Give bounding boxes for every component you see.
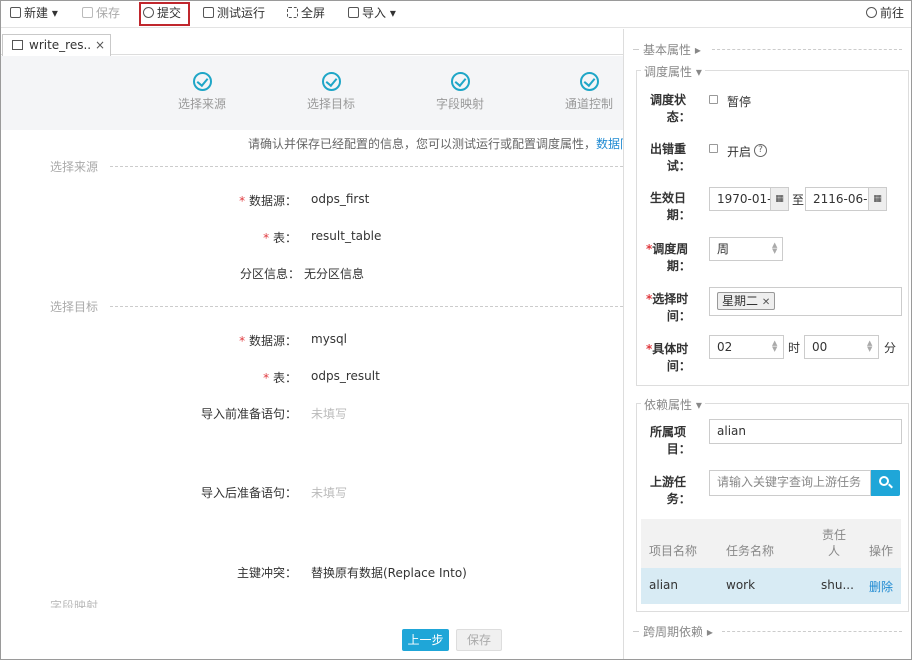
schedule-properties-toggle[interactable]: 调度属性 ▾ bbox=[641, 63, 705, 80]
divider bbox=[712, 49, 902, 50]
step-field-mapping[interactable]: 字段映射 bbox=[436, 95, 484, 112]
effective-date-label: 生效日 期： bbox=[650, 191, 691, 222]
table-row[interactable] bbox=[641, 568, 901, 604]
tab-write-result[interactable]: write_res.. × bbox=[2, 34, 111, 56]
save-icon bbox=[82, 7, 93, 18]
period-label: *调度周 期： bbox=[646, 242, 691, 273]
step-select-source[interactable]: 选择来源 bbox=[178, 95, 226, 112]
test-run-button[interactable]: 测试运行 bbox=[203, 5, 265, 23]
col-owner: 责任人 bbox=[821, 528, 846, 558]
pause-checkbox[interactable] bbox=[709, 95, 718, 104]
specific-time-label: *具体时 间： bbox=[646, 342, 691, 373]
hour-unit: 时 bbox=[788, 341, 801, 355]
remove-tag-icon[interactable]: ✕ bbox=[762, 297, 770, 308]
col-action: 操作 bbox=[869, 544, 894, 558]
divider bbox=[110, 306, 623, 307]
pause-label: 暂停 bbox=[727, 95, 752, 109]
section-target-title: 选择目标 bbox=[50, 300, 99, 314]
source-table-value: result_table bbox=[311, 229, 382, 243]
weekday-tag[interactable]: 星期二 ✕ bbox=[717, 292, 776, 310]
dependency-properties-toggle[interactable]: 依赖属性 ▾ bbox=[641, 396, 705, 413]
calendar-icon[interactable]: ▦ bbox=[770, 188, 788, 210]
stepper-icon[interactable]: ▲ ▼ bbox=[867, 340, 872, 353]
help-icon[interactable]: ? bbox=[754, 144, 767, 157]
col-project-name: 项目名称 bbox=[649, 544, 698, 558]
target-table-value: odps_result bbox=[311, 369, 380, 383]
save-button[interactable]: 保存 bbox=[456, 629, 502, 651]
section-mapping-title: 字段映射 bbox=[50, 600, 99, 608]
source-table-label: * 表： bbox=[263, 231, 297, 245]
project-input[interactable]: alian bbox=[709, 419, 902, 444]
source-datasource-label: * 数据源： bbox=[239, 194, 297, 208]
import-icon bbox=[348, 7, 359, 18]
conflict-label: 主键冲突： bbox=[236, 566, 297, 580]
upstream-label: 上游任 务： bbox=[650, 475, 691, 506]
cross-cycle-toggle[interactable]: 跨周期依赖 ▸ bbox=[643, 623, 713, 640]
divider bbox=[722, 631, 902, 632]
section-source-title: 选择来源 bbox=[50, 160, 99, 174]
retry-checkbox[interactable] bbox=[709, 144, 718, 153]
check-circle-icon bbox=[580, 72, 599, 91]
row-project: alian bbox=[649, 578, 678, 592]
close-tab-icon[interactable]: × bbox=[95, 35, 105, 55]
calendar-icon[interactable]: ▦ bbox=[868, 188, 886, 210]
target-datasource-value: mysql bbox=[311, 332, 347, 346]
save-toolbar-button[interactable]: 保存 bbox=[82, 5, 120, 23]
check-circle-icon bbox=[193, 72, 212, 91]
source-datasource-value: odps_first bbox=[311, 192, 370, 206]
submit-highlight bbox=[139, 2, 190, 26]
tab-bar: write_res.. × bbox=[0, 29, 623, 56]
col-task-name: 任务名称 bbox=[726, 544, 775, 558]
project-label: 所属项 目： bbox=[650, 425, 691, 456]
prev-step-button[interactable]: 上一步 bbox=[402, 629, 449, 651]
select-time-label: *选择时 间： bbox=[646, 292, 691, 323]
row-task: work bbox=[726, 578, 756, 592]
post-sql-label: 导入后准备语句： bbox=[200, 486, 297, 500]
date-range-to: 至 bbox=[792, 193, 805, 207]
check-circle-icon bbox=[451, 72, 470, 91]
pre-sql-value: 未填写 bbox=[311, 407, 348, 421]
basic-properties-toggle[interactable]: 基本属性 ▸ bbox=[643, 41, 701, 58]
divider bbox=[110, 166, 623, 167]
upstream-search-input[interactable]: 请输入关键字查询上游任务 bbox=[709, 470, 871, 496]
sync-task-icon bbox=[12, 40, 23, 50]
partition-label: 分区信息： bbox=[239, 267, 300, 281]
check-circle-icon bbox=[322, 72, 341, 91]
step-select-target[interactable]: 选择目标 bbox=[307, 95, 355, 112]
toolbar: 新建 ▾ 保存 提交 测试运行 全屏 导入 ▾ 前往 bbox=[0, 0, 912, 28]
stepper-icon[interactable]: ▲ ▼ bbox=[772, 340, 777, 353]
upstream-table: 项目名称 任务名称 责任人 操作 alian work shu... 删除 bbox=[641, 519, 901, 604]
refresh-icon bbox=[866, 7, 877, 18]
fullscreen-icon bbox=[287, 7, 298, 18]
new-icon bbox=[10, 7, 21, 18]
new-menu[interactable]: 新建 ▾ bbox=[10, 5, 58, 23]
fullscreen-button[interactable]: 全屏 bbox=[287, 5, 325, 23]
divider bbox=[633, 631, 639, 632]
partition-value: 无分区信息 bbox=[304, 267, 365, 281]
stepper-icon[interactable]: ▲ ▼ bbox=[772, 242, 777, 255]
schedule-status-label: 调度状 态： bbox=[650, 93, 691, 124]
delete-link[interactable]: 删除 bbox=[869, 578, 893, 595]
row-owner: shu... bbox=[821, 578, 854, 592]
target-table-label: * 表： bbox=[263, 371, 297, 385]
goto-button[interactable]: 前往 bbox=[866, 5, 904, 23]
divider bbox=[633, 49, 639, 50]
search-button[interactable] bbox=[871, 470, 900, 496]
confirm-message: 请确认并保存已经配置的信息，您可以测试运行或配置调度属性，数据同 bbox=[248, 137, 633, 151]
import-menu[interactable]: 导入 ▾ bbox=[348, 5, 396, 23]
minute-unit: 分 bbox=[884, 341, 897, 355]
wizard-steps: 选择来源 选择目标 字段映射 通道控制 bbox=[0, 56, 623, 130]
conflict-value: 替换原有数据(Replace Into) bbox=[311, 566, 467, 580]
target-datasource-label: * 数据源： bbox=[239, 334, 297, 348]
retry-label: 出错重 试： bbox=[650, 142, 691, 173]
test-run-icon bbox=[203, 7, 214, 18]
step-channel-control[interactable]: 通道控制 bbox=[565, 95, 613, 112]
pre-sql-label: 导入前准备语句： bbox=[200, 407, 297, 421]
post-sql-value: 未填写 bbox=[311, 486, 348, 500]
retry-enable-label: 开启 bbox=[727, 145, 752, 159]
